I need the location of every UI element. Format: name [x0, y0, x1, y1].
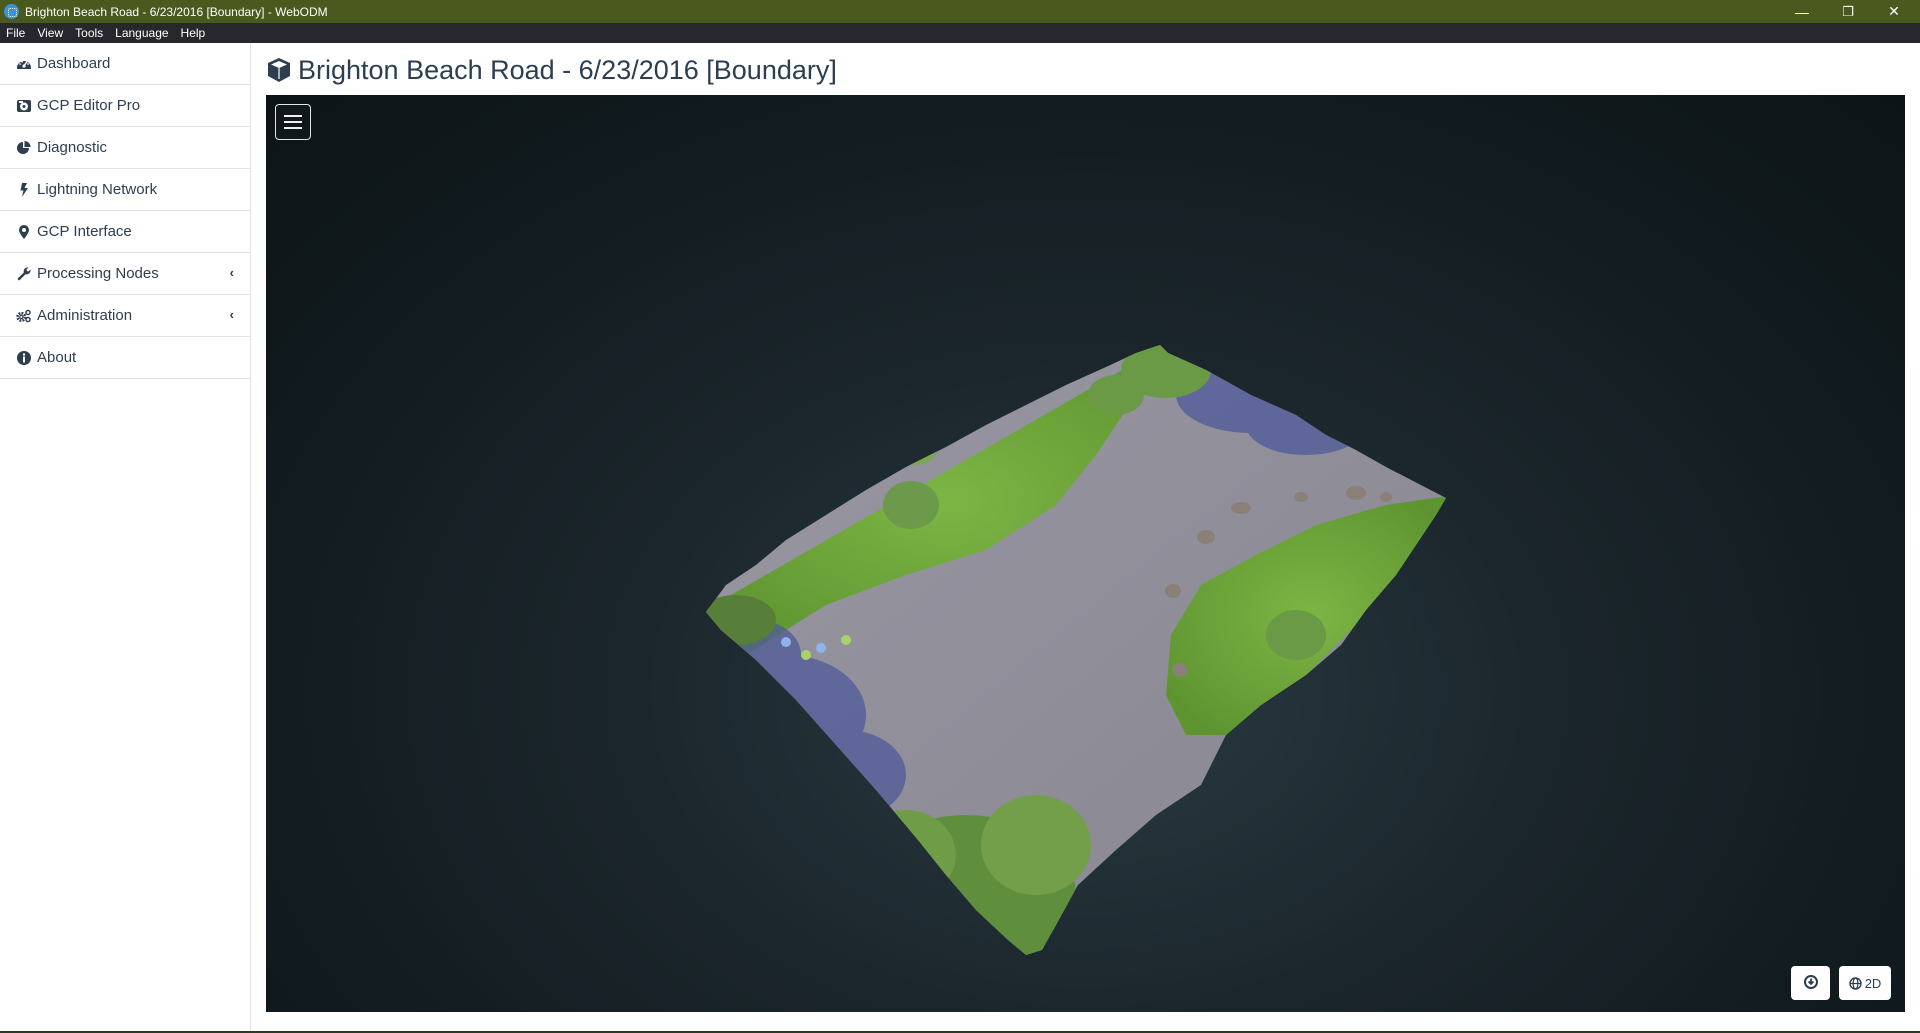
wrench-icon	[16, 266, 32, 282]
model-viewer-3d[interactable]: 2D	[266, 95, 1905, 1012]
window-title: Brighton Beach Road - 6/23/2016 [Boundar…	[25, 4, 328, 19]
sidebar-item-processing-nodes[interactable]: Processing Nodes ‹	[0, 253, 250, 295]
bolt-icon	[16, 182, 32, 198]
sidebar-item-gcp-interface[interactable]: GCP Interface	[0, 211, 250, 253]
menu-file[interactable]: File	[6, 26, 25, 40]
sidebar-item-label: About	[37, 349, 77, 366]
download-button[interactable]	[1791, 966, 1830, 1000]
menu-view[interactable]: View	[37, 26, 63, 40]
view-2d-button[interactable]: 2D	[1839, 966, 1891, 1000]
sidebar-item-label: GCP Interface	[37, 223, 132, 240]
sidebar-item-about[interactable]: About	[0, 337, 250, 379]
sidebar-item-label: GCP Editor Pro	[37, 97, 141, 114]
page-title-text: Brighton Beach Road - 6/23/2016 [Boundar…	[298, 54, 837, 85]
close-button[interactable]: ✕	[1871, 0, 1917, 23]
sidebar-item-label: Administration	[37, 307, 133, 324]
sidebar-item-dashboard[interactable]: Dashboard	[0, 43, 250, 85]
sidebar-item-diagnostic[interactable]: Diagnostic	[0, 127, 250, 169]
sidebar-item-label: Lightning Network	[37, 181, 158, 198]
menu-bar: File View Tools Language Help	[0, 23, 1920, 43]
tachometer-icon	[16, 56, 32, 72]
sidebar-item-lightning-network[interactable]: Lightning Network	[0, 169, 250, 211]
menu-tools[interactable]: Tools	[75, 26, 103, 40]
sidebar-item-label: Processing Nodes	[37, 265, 159, 282]
globe-icon	[1848, 976, 1862, 990]
sidebar: Dashboard GCP Editor Pro Diagnostic Ligh…	[0, 43, 251, 1033]
menu-language[interactable]: Language	[115, 26, 168, 40]
sidebar-item-label: Dashboard	[37, 55, 111, 72]
sidebar-item-gcp-editor-pro[interactable]: GCP Editor Pro	[0, 85, 250, 127]
sidebar-item-label: Diagnostic	[37, 139, 108, 156]
download-icon	[1803, 974, 1818, 992]
info-circle-icon	[16, 350, 32, 366]
view-2d-label: 2D	[1864, 975, 1882, 991]
cogs-icon	[16, 308, 32, 324]
pie-chart-icon	[16, 140, 32, 156]
chevron-left-icon[interactable]: ‹	[230, 265, 234, 280]
menu-help[interactable]: Help	[181, 26, 206, 40]
page-title: Brighton Beach Road - 6/23/2016 [Boundar…	[266, 52, 837, 88]
gcp-editor-icon	[16, 98, 32, 114]
restore-button[interactable]: ❐	[1825, 0, 1871, 23]
sidebar-item-administration[interactable]: Administration ‹	[0, 295, 250, 337]
chevron-left-icon[interactable]: ‹	[230, 307, 234, 322]
minimize-button[interactable]: —	[1779, 0, 1825, 23]
webodm-logo-icon	[4, 4, 19, 19]
cube-icon	[266, 57, 292, 83]
textured-3d-model[interactable]	[266, 95, 1905, 1012]
map-marker-icon	[16, 224, 32, 240]
hamburger-menu-icon[interactable]	[275, 104, 311, 140]
window-title-bar: Brighton Beach Road - 6/23/2016 [Boundar…	[0, 0, 1920, 23]
